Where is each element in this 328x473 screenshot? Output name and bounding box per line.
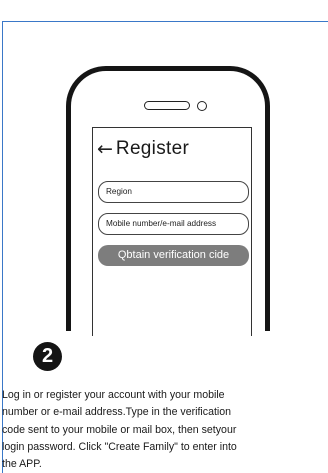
instruction-line: Log in or register your account with you… (2, 389, 225, 401)
page-title: Register (115, 138, 190, 159)
frame-top-line (2, 21, 328, 22)
phone-illustration: ← Register Region Mobile number/e-mail a… (66, 66, 270, 336)
instruction-line: number or e-mail address.Type in the ver… (2, 406, 232, 419)
arrow-left-icon[interactable]: ← (97, 139, 113, 159)
obtain-verification-code-button[interactable]: Qbtain verification cide (98, 245, 249, 266)
front-camera (197, 101, 207, 111)
instructions-text: Log in or register your account with you… (2, 387, 328, 473)
earpiece (144, 101, 190, 110)
title-row: ← Register (97, 138, 189, 160)
instruction-line: the APP. (2, 458, 42, 471)
mobile-email-field[interactable]: Mobile number/e-mail address (98, 213, 249, 235)
instruction-line: code sent to your mobile or mail box, th… (2, 423, 237, 436)
step-number-badge: 2 (33, 342, 62, 371)
instruction-line: login password. Click "Create Family" to… (2, 440, 237, 453)
region-field[interactable]: Region (98, 181, 249, 203)
phone-screen: ← Register Region Mobile number/e-mail a… (92, 127, 252, 336)
